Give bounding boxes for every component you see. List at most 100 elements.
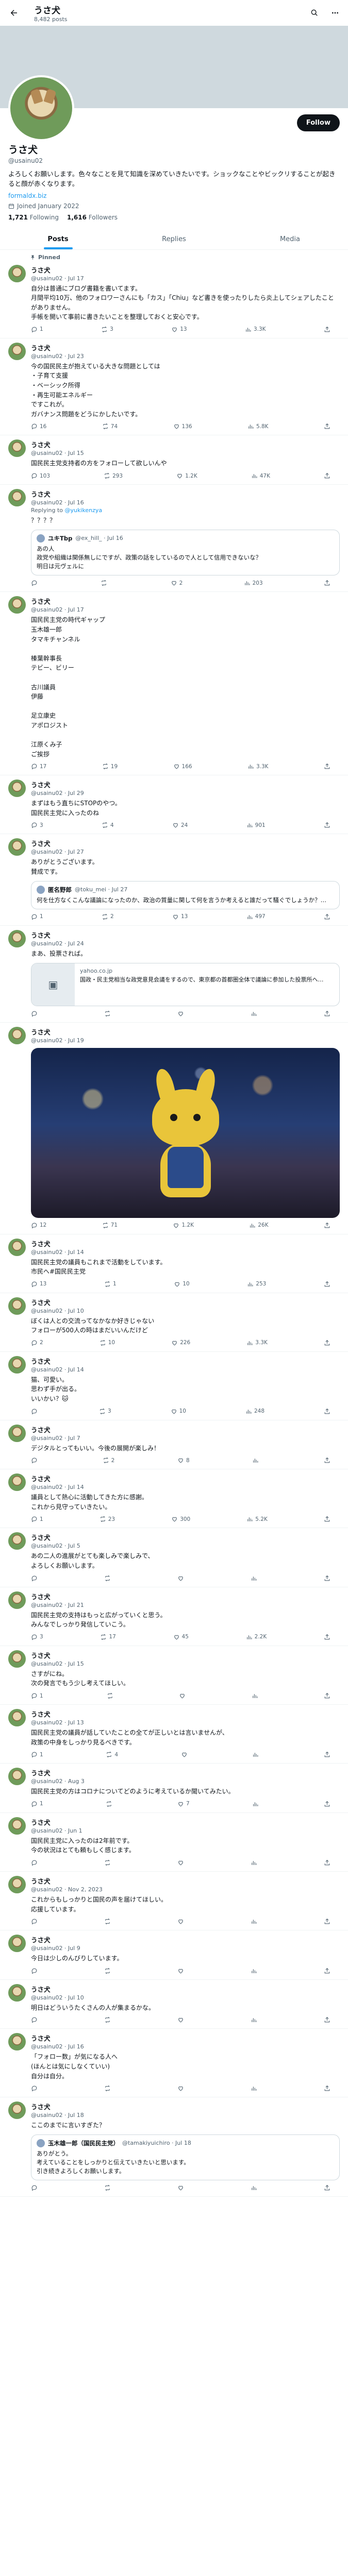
tweet-author[interactable]: うさ犬 [31,489,51,499]
like-button[interactable]: 300 [171,1516,190,1522]
tweet-avatar[interactable] [8,838,26,856]
like-button[interactable]: 1.2K [176,472,197,479]
views-button[interactable] [251,2184,259,2191]
tweet-author[interactable]: うさ犬 [31,1591,51,1601]
back-button[interactable] [6,5,22,21]
repost-button[interactable]: 74 [102,423,118,430]
repost-button[interactable] [101,580,109,586]
tweet-author[interactable]: うさ犬 [31,2033,51,2043]
reply-button[interactable]: 1 [31,1516,43,1522]
share-button[interactable] [324,2016,330,2023]
follow-button[interactable]: Follow [296,114,340,131]
tweet-avatar[interactable] [8,1532,26,1550]
tweet-avatar[interactable] [8,1650,26,1668]
repost-button[interactable]: 2 [102,913,114,920]
repost-button[interactable]: 3 [99,1408,111,1415]
more-button[interactable] [328,6,342,20]
tweet[interactable]: うさ犬 @usainu02 · Jul 16 Replying to @yukike… [0,485,348,592]
repost-button[interactable]: 19 [102,763,118,770]
reply-button[interactable] [31,1859,40,1866]
tweet-avatar[interactable] [8,929,26,947]
reply-button[interactable]: 16 [31,423,46,430]
tweet[interactable]: うさ犬 @usainu02 · Jul 14 議員として熱心に活動してきた方に感謝。… [0,1469,348,1529]
repost-button[interactable] [104,1010,113,1017]
reply-button[interactable]: 13 [31,1281,46,1287]
tweet-avatar[interactable] [8,2033,26,2051]
repost-button[interactable] [107,1692,115,1699]
reply-button[interactable] [31,1968,40,1974]
reply-button[interactable]: 3 [31,822,43,828]
reply-button[interactable] [31,1010,40,1017]
tweet-author[interactable]: うさ犬 [31,1935,51,1944]
reply-button[interactable] [31,1575,40,1582]
like-button[interactable]: 8 [177,1457,190,1464]
like-button[interactable] [177,1575,186,1582]
share-button[interactable] [324,1222,330,1229]
profile-link[interactable]: formaldx.biz [8,192,340,199]
views-button[interactable] [251,2016,259,2023]
tweet-author[interactable]: うさ犬 [31,1356,51,1366]
views-button[interactable] [252,1751,261,1758]
reply-button[interactable] [31,2016,40,2023]
tweet-author[interactable]: うさ犬 [31,1768,51,1777]
quote-tweet[interactable]: ユキTbp @ex_hill_ · Jul 16 あの人 政党や組織は関係無しにです… [31,529,340,576]
share-button[interactable] [324,1968,330,1974]
tweet-avatar[interactable] [8,1935,26,1953]
views-button[interactable] [251,2085,259,2092]
followers-link[interactable]: 1,616 Followers [67,214,118,221]
like-button[interactable]: 2 [171,580,183,586]
views-button[interactable] [252,1692,260,1699]
like-button[interactable]: 166 [173,763,192,770]
tweet-avatar[interactable] [8,489,26,507]
views-button[interactable] [251,1010,259,1017]
views-button[interactable] [252,1801,261,1807]
like-button[interactable]: 1.2K [173,1222,194,1229]
search-button[interactable] [308,6,321,20]
reply-button[interactable]: 1 [31,1692,43,1699]
share-button[interactable] [324,1457,330,1464]
reply-button[interactable] [31,2085,40,2092]
share-button[interactable] [324,1340,330,1346]
reply-button[interactable] [31,1408,40,1415]
like-button[interactable]: 45 [173,1634,189,1640]
like-button[interactable] [181,1751,190,1758]
share-button[interactable] [324,1634,330,1640]
tweet[interactable]: うさ犬 @usainu02 · Jul 29 まずはもう直ちにSTOPのやつ。 国民… [0,775,348,835]
share-button[interactable] [324,472,330,479]
tweet-author[interactable]: うさ犬 [31,343,51,352]
tweet-author[interactable]: うさ犬 [31,265,51,275]
like-button[interactable] [177,2184,186,2191]
views-button[interactable]: 2.2K [246,1634,267,1640]
tweet[interactable]: うさ犬 @usainu02 · Jul 15 国民民主党支持者の方をフォローして欲し… [0,435,348,485]
tab-posts[interactable]: Posts [0,228,116,249]
quote-tweet[interactable]: 玉木雄一郎（国民民主党） @tamakiyuichiro · Jul 18 ありがと… [31,2134,340,2181]
repost-button[interactable] [104,1575,113,1582]
reply-button[interactable] [31,1918,40,1925]
views-button[interactable] [251,1918,259,1925]
tweet[interactable]: うさ犬 @usainu02 · Jul 10 明日はどういうたくさんの人が集まるかな… [0,1980,348,2029]
tweet-author[interactable]: うさ犬 [31,1473,51,1483]
tab-replies[interactable]: Replies [116,228,232,249]
repost-button[interactable]: 4 [106,1751,118,1758]
like-button[interactable]: 10 [171,1408,186,1415]
repost-button[interactable] [104,2184,113,2191]
tweet[interactable]: うさ犬 @usainu02 · Jul 14 猫、可愛い。 思わず手が出る。 いいか… [0,1352,348,1420]
share-button[interactable] [324,913,330,920]
tweet-avatar[interactable] [8,779,26,798]
tweet[interactable]: うさ犬 @usainu02 · Jul 18 ここのまでに言いすぎた？ 玉木雄一郎（国… [0,2097,348,2197]
reply-button[interactable]: 1 [31,326,43,333]
tweet-author[interactable]: うさ犬 [31,2102,51,2111]
tweet[interactable]: うさ犬 @usainu02 · Jul 23 今の国民民主が抱えている大きな問題とし… [0,338,348,436]
tweet-author[interactable]: うさ犬 [31,779,51,789]
repost-button[interactable]: 10 [100,1340,115,1346]
tweet-avatar[interactable] [8,1768,26,1786]
like-button[interactable] [177,1968,186,1974]
tweet-author[interactable]: うさ犬 [31,1817,51,1827]
reply-button[interactable]: 17 [31,763,46,770]
repost-button[interactable]: 3 [101,326,113,333]
reply-button[interactable] [31,2184,40,2191]
tweet[interactable]: うさ犬 @usainu02 · Jul 10 ぼくは人との交流ってなかなか好きじゃな… [0,1293,348,1352]
views-button[interactable]: 3.3K [245,326,266,333]
like-button[interactable] [179,1692,188,1699]
tweet[interactable]: うさ犬 @usainu02 · Jul 17 国民民主党の時代ギャップ 玉木雄一郎 … [0,592,348,776]
